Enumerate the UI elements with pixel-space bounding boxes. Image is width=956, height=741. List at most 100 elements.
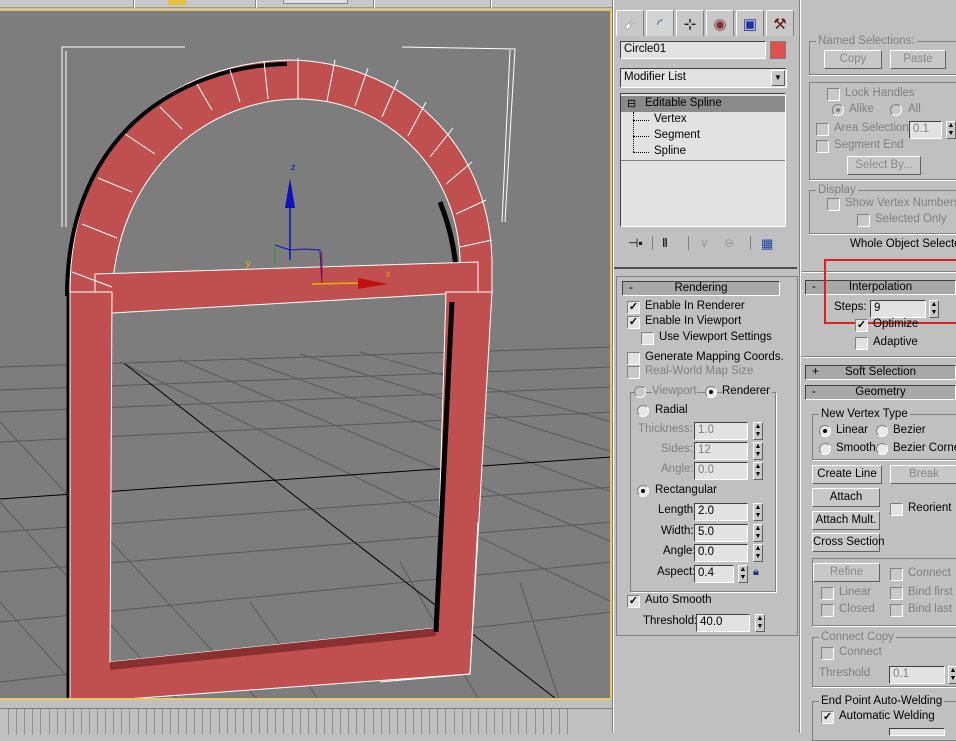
alike-radio[interactable]: [832, 104, 844, 116]
stack-item-vertex[interactable]: Vertex: [654, 113, 687, 125]
bezier-radio[interactable]: [876, 425, 888, 437]
chevron-down-icon[interactable]: ▼: [771, 70, 785, 86]
threshold-field[interactable]: 40.0: [696, 614, 750, 632]
lock-icon[interactable]: 🔒︎: [753, 566, 759, 579]
attach-button[interactable]: Attach: [812, 488, 880, 507]
real-world-map-size-checkbox[interactable]: [627, 366, 640, 379]
end-point-welding-label: End Point Auto-Welding: [819, 695, 945, 707]
welding-threshold-field[interactable]: [889, 728, 945, 736]
width-spinner[interactable]: ▲ ▼: [753, 524, 763, 542]
tab-utilities[interactable]: ⚒: [766, 10, 794, 36]
bind-last-checkbox[interactable]: [890, 604, 903, 617]
length-spinner[interactable]: ▲ ▼: [753, 503, 763, 521]
aspect-field[interactable]: 0.4: [694, 565, 734, 583]
stack-item-segment[interactable]: Segment: [654, 129, 700, 141]
soft-selection-rollout-header[interactable]: + Soft Selection: [805, 365, 956, 380]
bezier-label: Bezier: [893, 424, 926, 436]
lock-handles-checkbox[interactable]: [827, 88, 840, 101]
area-selection-field[interactable]: 0.1: [909, 121, 942, 139]
automatic-welding-checkbox[interactable]: ✓: [821, 711, 834, 724]
connect-threshold-spinner[interactable]: ▲ ▼: [948, 666, 956, 684]
show-vertex-numbers-checkbox[interactable]: [827, 198, 840, 211]
toolbar-dropdown[interactable]: [283, 0, 348, 4]
bind-first-checkbox[interactable]: [890, 587, 903, 600]
linear-checkbox[interactable]: [821, 587, 834, 600]
object-color-swatch[interactable]: [770, 41, 786, 59]
sides-field[interactable]: 12: [694, 442, 748, 460]
make-unique-icon[interactable]: ∨: [700, 236, 709, 250]
tab-hierarchy[interactable]: ⊹: [676, 10, 704, 36]
area-selection-spinner[interactable]: ▲ ▼: [946, 121, 956, 139]
object-name-field[interactable]: Circle01: [620, 41, 766, 59]
closed-checkbox[interactable]: [821, 604, 834, 617]
create-line-button[interactable]: Create Line: [812, 465, 882, 484]
rect-angle-spinner[interactable]: ▲ ▼: [753, 544, 763, 562]
thickness-spinner[interactable]: ▲ ▼: [753, 422, 763, 440]
length-field[interactable]: 2.0: [694, 503, 748, 521]
area-selection-checkbox[interactable]: [816, 123, 829, 136]
reorient-checkbox[interactable]: [890, 503, 903, 516]
generate-mapping-checkbox[interactable]: [627, 352, 640, 365]
optimize-checkbox[interactable]: ✓: [855, 319, 868, 332]
attach-mult-button[interactable]: Attach Mult.: [812, 511, 880, 530]
radial-radio[interactable]: [637, 405, 649, 417]
configure-modifier-sets-icon[interactable]: ▦: [761, 236, 773, 252]
copy-button[interactable]: Copy: [824, 50, 882, 69]
connect-threshold-field[interactable]: 0.1: [889, 666, 945, 684]
use-viewport-settings-checkbox[interactable]: [641, 332, 654, 345]
remove-modifier-icon[interactable]: ⊖: [724, 236, 734, 250]
segment-end-checkbox[interactable]: [816, 140, 829, 153]
stack-item-editable-spline[interactable]: ⊟ Editable Spline: [621, 96, 785, 112]
rectangular-radio[interactable]: [637, 485, 649, 497]
aspect-spinner[interactable]: ▲ ▼: [738, 565, 748, 583]
stack-item-spline[interactable]: Spline: [654, 145, 686, 157]
tab-display[interactable]: ▣: [736, 10, 764, 36]
width-field[interactable]: 5.0: [694, 524, 748, 542]
hierarchy-icon: ⊹: [683, 15, 697, 33]
pin-stack-icon[interactable]: ⊣▪: [628, 236, 643, 250]
selected-only-checkbox[interactable]: [857, 214, 870, 227]
tab-create[interactable]: ➹: [616, 10, 644, 36]
paste-button[interactable]: Paste: [890, 50, 946, 69]
track-bar[interactable]: [0, 708, 612, 734]
show-end-result-icon[interactable]: Ⅱ: [662, 236, 668, 250]
refine-button[interactable]: Refine: [813, 563, 880, 582]
viewport-radio[interactable]: [634, 386, 646, 398]
connect-copy-checkbox[interactable]: [821, 647, 834, 660]
modifier-list-dropdown[interactable]: Modifier List: [620, 68, 787, 88]
radial-angle-field[interactable]: 0.0: [694, 462, 748, 480]
select-by-button[interactable]: Select By...: [847, 156, 921, 175]
bezier-corner-radio[interactable]: [876, 443, 888, 455]
thickness-field[interactable]: 1.0: [694, 422, 748, 440]
threshold-spinner[interactable]: ▲ ▼: [755, 614, 765, 632]
break-button[interactable]: Break: [890, 465, 956, 484]
rendering-rollout-header[interactable]: - Rendering: [622, 281, 780, 296]
rect-angle-field[interactable]: 0.0: [694, 544, 748, 562]
timeline-tick: [324, 709, 325, 734]
radial-angle-spinner[interactable]: ▲ ▼: [753, 462, 763, 480]
linear-radio[interactable]: [819, 425, 831, 437]
smooth-radio[interactable]: [819, 443, 831, 455]
timeline-tick: [502, 709, 503, 734]
geometry-rollout-header[interactable]: - Geometry: [805, 385, 956, 400]
perspective-viewport[interactable]: z y x: [0, 9, 612, 700]
auto-smooth-checkbox[interactable]: ✓: [627, 595, 640, 608]
timeline-tick: [332, 709, 333, 734]
enable-in-viewport-checkbox[interactable]: ✓: [627, 316, 640, 329]
sides-spinner[interactable]: ▲ ▼: [753, 442, 763, 460]
timeline-tick: [494, 709, 495, 734]
cross-section-button[interactable]: Cross Section: [812, 533, 885, 552]
all-radio[interactable]: [890, 104, 902, 116]
collapse-icon[interactable]: ⊟: [627, 97, 636, 110]
timeline-tick: [65, 709, 66, 734]
display-icon: ▣: [742, 15, 758, 33]
timeline-tick: [559, 709, 560, 734]
collapse-sign: -: [812, 386, 816, 398]
tab-motion[interactable]: ◉: [706, 10, 734, 36]
toolbar-color-swatch[interactable]: [168, 0, 186, 5]
adaptive-checkbox[interactable]: [855, 337, 868, 350]
tab-modify[interactable]: ◜: [646, 10, 674, 36]
renderer-radio[interactable]: [705, 386, 717, 398]
connect-checkbox[interactable]: [890, 568, 903, 581]
enable-in-renderer-checkbox[interactable]: ✓: [627, 301, 640, 314]
